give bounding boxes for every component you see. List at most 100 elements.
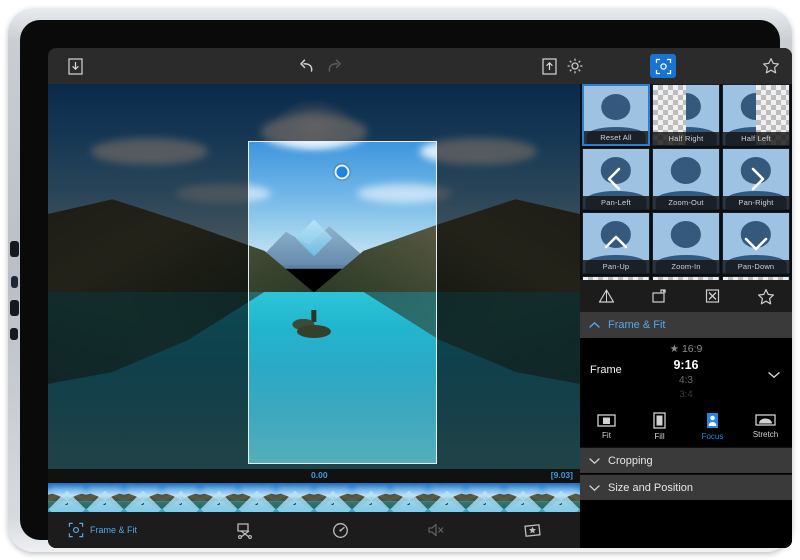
fit-label: Fit bbox=[602, 430, 611, 440]
top-toolbar bbox=[48, 48, 792, 84]
frame-fit-label: Frame & Fit bbox=[608, 319, 666, 331]
focus-icon bbox=[707, 412, 718, 428]
fit-icon bbox=[597, 413, 616, 427]
preset-label: Pan-Right bbox=[723, 196, 789, 209]
frame-option-1[interactable]: 9:16 bbox=[631, 356, 741, 374]
inspector-tool-row bbox=[580, 280, 792, 312]
bottom-nav-bar: Frame & Fit bbox=[48, 512, 580, 548]
preset-label: Pan-Down bbox=[723, 260, 789, 273]
cropping-section-header[interactable]: Cropping bbox=[580, 447, 792, 473]
frame-fit-section-header[interactable]: Frame & Fit bbox=[580, 312, 792, 338]
chevron-up-icon bbox=[589, 321, 600, 328]
inspector-panel: Reset All Half Right Half Left Pan-Left Zoom… bbox=[580, 84, 792, 548]
preset-figure-head bbox=[601, 94, 631, 120]
undo-icon[interactable] bbox=[294, 54, 320, 78]
preset-half-left[interactable]: Half Left bbox=[722, 84, 790, 146]
export-icon[interactable] bbox=[536, 54, 562, 78]
device-side-button-top[interactable] bbox=[10, 241, 19, 257]
effects-icon bbox=[523, 523, 541, 537]
arrow-right-icon bbox=[751, 167, 765, 191]
preset-label: Half Left bbox=[723, 132, 789, 145]
preset-zoom-out[interactable]: Zoom-Out bbox=[652, 148, 720, 210]
device-side-port bbox=[11, 276, 18, 288]
nav-item-effects[interactable] bbox=[484, 522, 580, 539]
fill-icon bbox=[653, 411, 666, 429]
preset-zoom-in[interactable]: Zoom-In bbox=[652, 212, 720, 274]
preset-label: Zoom-Out bbox=[653, 196, 719, 209]
total-duration: [9.03] bbox=[550, 470, 573, 480]
fit-mode-stretch[interactable]: Stretch bbox=[739, 413, 792, 439]
chevron-down-icon[interactable] bbox=[768, 366, 780, 384]
star-icon[interactable] bbox=[758, 54, 784, 78]
nav-item-frame-fit[interactable]: Frame & Fit bbox=[48, 522, 197, 538]
preset-label: Zoom-In bbox=[653, 260, 719, 273]
inspector-empty-area bbox=[580, 500, 792, 548]
chevron-down-icon bbox=[589, 484, 600, 491]
trim-icon bbox=[237, 522, 252, 539]
fit-mode-fill[interactable]: Fill bbox=[633, 411, 686, 441]
frame-fit-icon[interactable] bbox=[650, 54, 676, 78]
preset-label: Pan-Up bbox=[583, 260, 649, 273]
favorite-star-icon[interactable] bbox=[753, 284, 779, 308]
stretch-label: Stretch bbox=[752, 430, 779, 439]
mute-speaker-icon bbox=[428, 523, 444, 537]
video-preview[interactable] bbox=[48, 84, 580, 469]
frame-field-label: Frame bbox=[590, 364, 622, 376]
preset-label: Reset All bbox=[584, 131, 648, 144]
fit-mode-row: Fit Fill Focus Stretch bbox=[580, 406, 792, 446]
preset-figure-head bbox=[670, 157, 702, 184]
arrow-up-icon bbox=[604, 235, 628, 249]
crop-handle-top[interactable] bbox=[334, 164, 350, 180]
stretch-icon bbox=[755, 414, 776, 426]
nav-label-frame-fit: Frame & Fit bbox=[90, 525, 138, 535]
arrow-left-icon bbox=[607, 167, 621, 191]
crop-frame[interactable] bbox=[248, 141, 437, 464]
preset-grid[interactable]: Reset All Half Right Half Left Pan-Left Zoom… bbox=[580, 84, 792, 280]
screen: Reset All Half Right Half Left Pan-Left Zoom… bbox=[48, 48, 792, 548]
nav-item-trim[interactable] bbox=[197, 522, 293, 539]
preset-pan-up[interactable]: Pan-Up bbox=[582, 212, 650, 274]
size-position-section-header[interactable]: Size and Position bbox=[580, 474, 792, 500]
arrow-down-icon bbox=[744, 237, 768, 251]
current-time: 0.00 bbox=[311, 470, 328, 480]
preset-half-right[interactable]: Half Right bbox=[652, 84, 720, 146]
chevron-down-icon bbox=[589, 457, 600, 464]
frame-option-2[interactable]: 4:3 bbox=[631, 374, 741, 388]
focus-label: Focus bbox=[701, 431, 724, 441]
preset-row: Pan-Up Zoom-In Pan-Down bbox=[580, 212, 792, 276]
tablet-device: Reset All Half Right Half Left Pan-Left Zoom… bbox=[8, 8, 792, 552]
device-side-button-mid[interactable] bbox=[10, 300, 19, 316]
preset-label: Half Right bbox=[653, 132, 719, 145]
speed-icon bbox=[333, 522, 349, 538]
reset-keyframe-icon[interactable] bbox=[700, 284, 726, 308]
preset-pan-right[interactable]: Pan-Right bbox=[722, 148, 790, 210]
preset-pan-down[interactable]: Pan-Down bbox=[722, 212, 790, 274]
redo-icon bbox=[320, 54, 346, 78]
fit-mode-fit[interactable]: Fit bbox=[580, 413, 633, 440]
preset-row: Reset All Half Right Half Left bbox=[580, 84, 792, 148]
device-side-button-bottom[interactable] bbox=[10, 328, 18, 340]
frame-option-3[interactable]: 3:4 bbox=[631, 388, 741, 402]
nav-item-audio[interactable] bbox=[389, 522, 485, 538]
preset-label: Pan-Left bbox=[583, 196, 649, 209]
timecode-bar: 0.00 [9.03] bbox=[48, 469, 580, 483]
size-position-label: Size and Position bbox=[608, 481, 693, 494]
preset-pan-left[interactable]: Pan-Left bbox=[582, 148, 650, 210]
flip-horizontal-icon[interactable] bbox=[594, 284, 620, 308]
save-preset-icon[interactable] bbox=[647, 284, 673, 308]
device-bezel: Reset All Half Right Half Left Pan-Left Zoom… bbox=[20, 20, 792, 548]
preset-reset-all[interactable]: Reset All bbox=[582, 84, 650, 146]
fill-label: Fill bbox=[654, 431, 665, 441]
frame-picker-row[interactable]: Frame ★ 16:9 9:16 4:3 3:4 bbox=[580, 338, 792, 406]
gear-icon[interactable] bbox=[562, 54, 588, 78]
fit-mode-focus[interactable]: Focus bbox=[686, 412, 739, 441]
frame-option-0[interactable]: ★ 16:9 bbox=[631, 338, 741, 356]
frame-option-wheel[interactable]: ★ 16:9 9:16 4:3 3:4 bbox=[631, 338, 741, 402]
favorite-marker: ★ bbox=[669, 343, 682, 355]
preset-figure-head bbox=[670, 221, 702, 248]
import-icon[interactable] bbox=[62, 54, 88, 78]
preset-row: Pan-Left Zoom-Out Pan-Right bbox=[580, 148, 792, 212]
preview-scenery bbox=[249, 142, 436, 463]
frame-fit-icon bbox=[68, 522, 84, 538]
nav-item-speed[interactable] bbox=[293, 522, 389, 539]
